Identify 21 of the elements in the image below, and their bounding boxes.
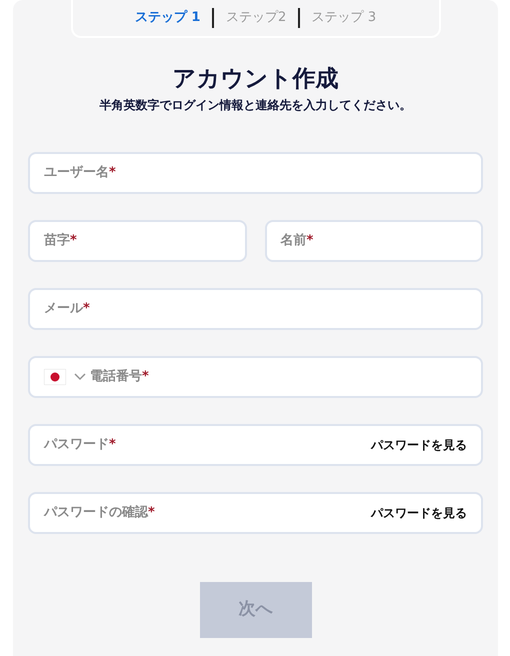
input-field[interactable]: 電話番号* bbox=[28, 356, 483, 398]
placeholder-text: 名前* bbox=[280, 232, 314, 250]
placeholder-text: 苗字* bbox=[44, 232, 77, 250]
input-field[interactable]: メール* bbox=[28, 288, 483, 330]
chevron-down-icon[interactable] bbox=[74, 373, 86, 381]
input-field[interactable]: ユーザー名* bbox=[28, 152, 483, 194]
input-field[interactable]: パスワードの確認* パスワードを見る bbox=[28, 492, 483, 534]
placeholder-text: パスワードの確認* bbox=[44, 504, 155, 522]
page-subtitle: 半角英数字でログイン情報と連絡先を入力してください。 bbox=[100, 97, 412, 114]
placeholder-text: 電話番号* bbox=[90, 368, 149, 386]
input-field[interactable]: パスワード* パスワードを見る bbox=[28, 424, 483, 466]
placeholder-text: パスワード* bbox=[44, 436, 116, 454]
page-title: アカウント作成 bbox=[172, 65, 338, 94]
placeholder-text: ユーザー名* bbox=[44, 164, 116, 182]
placeholder-text: メール* bbox=[44, 300, 90, 318]
input-field[interactable]: 苗字* bbox=[28, 220, 246, 262]
japan-flag-icon[interactable] bbox=[44, 369, 66, 385]
show-password-button[interactable]: パスワードを見る bbox=[371, 504, 467, 522]
step-tab[interactable]: ステップ 1 bbox=[134, 8, 200, 28]
input-field[interactable]: 名前* bbox=[264, 220, 483, 262]
show-password-button[interactable]: パスワードを見る bbox=[371, 436, 467, 454]
